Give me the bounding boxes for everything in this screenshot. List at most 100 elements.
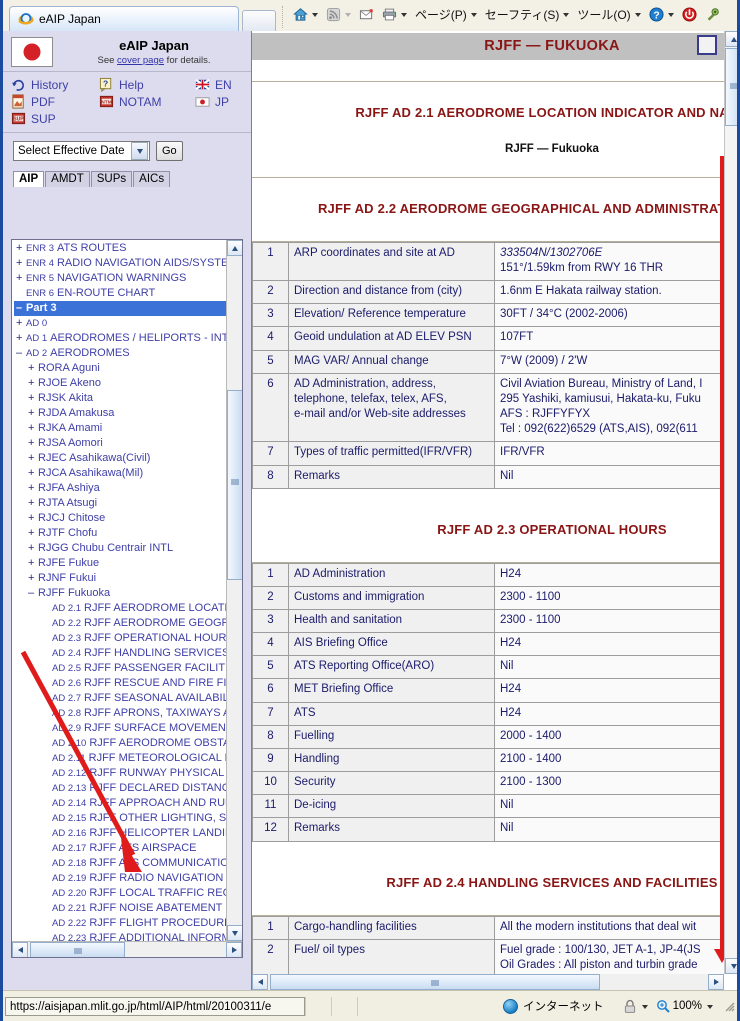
scroll-left-button[interactable] <box>12 942 28 957</box>
addon-button[interactable] <box>702 5 723 24</box>
tree-node[interactable]: AD 2.20 RJFF LOCAL TRAFFIC REGU <box>14 886 226 901</box>
page-menu-button[interactable]: ページ(P) <box>412 4 480 25</box>
tree-node[interactable]: AD 2.3 RJFF OPERATIONAL HOURS <box>14 631 226 646</box>
expand-icon[interactable]: + <box>28 406 38 421</box>
lang-en-link[interactable]: EN <box>195 77 245 92</box>
tree-node[interactable]: AD 2.14 RJFF APPROACH AND RUN <box>14 796 226 811</box>
tree-node[interactable]: AD 2.10 RJFF AERODROME OBSTA( <box>14 736 226 751</box>
expand-icon[interactable]: + <box>28 556 38 571</box>
feeds-button[interactable] <box>323 5 354 24</box>
tree-node[interactable]: – Part 3 <box>14 301 226 316</box>
tree-node[interactable]: + RJGG Chubu Centrair INTL <box>14 541 226 556</box>
protected-mode-indicator[interactable] <box>623 999 648 1014</box>
tree-node[interactable]: + RJEC Asahikawa(Civil) <box>14 451 226 466</box>
tree-node[interactable]: ENR 6 EN-ROUTE CHART <box>14 286 226 301</box>
tree-node[interactable]: AD 2.22 RJFF FLIGHT PROCEDURE <box>14 916 226 931</box>
home-button[interactable] <box>290 5 321 24</box>
read-mail-button[interactable] <box>356 5 377 24</box>
lang-jp-link[interactable]: JP <box>195 94 245 109</box>
expand-icon[interactable]: + <box>28 526 38 541</box>
tree-horizontal-scrollbar[interactable] <box>12 941 242 957</box>
expand-icon[interactable]: + <box>16 256 26 271</box>
tree-node[interactable]: AD 2.16 RJFF HELICOPTER LANDIN <box>14 826 226 841</box>
tree-node[interactable]: AD 2.4 RJFF HANDLING SERVICES <box>14 646 226 661</box>
tree-node[interactable]: AD 2.11 RJFF METEOROLOGICAL IN <box>14 751 226 766</box>
print-button[interactable] <box>379 5 410 24</box>
resize-grip-icon[interactable] <box>723 1000 735 1012</box>
tree-node[interactable]: + RORA Aguni <box>14 361 226 376</box>
tree-node[interactable]: AD 2.8 RJFF APRONS, TAXIWAYS AN <box>14 706 226 721</box>
tree-node[interactable]: AD 2.5 RJFF PASSENGER FACILITIE <box>14 661 226 676</box>
zoom-control[interactable]: 100% <box>656 999 713 1013</box>
expand-icon[interactable]: + <box>28 436 38 451</box>
history-link[interactable]: History <box>11 77 99 92</box>
tree-node[interactable]: + ENR 3 ATS ROUTES <box>14 241 226 256</box>
help-menu-button[interactable]: ? <box>646 5 677 24</box>
tab-sups[interactable]: SUPs <box>90 171 133 187</box>
expand-icon[interactable]: + <box>28 391 38 406</box>
tree-node[interactable]: + RJDA Amakusa <box>14 406 226 421</box>
tree-node[interactable]: AD 2.15 RJFF OTHER LIGHTING, SE <box>14 811 226 826</box>
tree-node[interactable]: – RJFF Fukuoka <box>14 586 226 601</box>
expand-icon[interactable]: + <box>28 511 38 526</box>
tree-vertical-scrollbar[interactable] <box>226 240 242 941</box>
expand-icon[interactable]: + <box>16 331 26 346</box>
scroll-up-button[interactable] <box>227 240 242 256</box>
expand-icon[interactable]: + <box>16 241 26 256</box>
document-vertical-scrollbar[interactable] <box>724 31 737 974</box>
expand-icon[interactable]: + <box>28 541 38 556</box>
document-horizontal-scrollbar[interactable] <box>252 974 724 990</box>
tab-aip[interactable]: AIP <box>13 171 45 187</box>
tools-menu-button[interactable]: ツール(O) <box>574 4 643 25</box>
go-button[interactable]: Go <box>156 141 183 161</box>
tree-node[interactable]: + AD 1 AERODROMES / HELIPORTS - INT <box>14 331 226 346</box>
tree-node[interactable]: AD 2.7 RJFF SEASONAL AVAILABILIT <box>14 691 226 706</box>
tree-node[interactable]: + RJSK Akita <box>14 391 226 406</box>
doc-scroll-right-button[interactable] <box>708 974 724 990</box>
tab-aics[interactable]: AICs <box>133 171 171 187</box>
expand-icon[interactable]: + <box>28 466 38 481</box>
tree-node[interactable]: AD 2.12 RJFF RUNWAY PHYSICAL C <box>14 766 226 781</box>
scroll-thumb[interactable] <box>227 390 242 580</box>
tree-node[interactable]: + RJSA Aomori <box>14 436 226 451</box>
doc-scroll-down-button[interactable] <box>725 958 737 974</box>
expand-icon[interactable]: + <box>28 496 38 511</box>
tree-node[interactable]: + ENR 4 RADIO NAVIGATION AIDS/SYSTE <box>14 256 226 271</box>
security-zone[interactable]: インターネット <box>503 998 604 1014</box>
tree-node[interactable]: + AD 0 <box>14 316 226 331</box>
tree-node[interactable]: + RJOE Akeno <box>14 376 226 391</box>
tree-node[interactable]: AD 2.6 RJFF RESCUE AND FIRE FIG <box>14 676 226 691</box>
notam-link[interactable]: NTM NOTAM <box>99 94 195 109</box>
tree-node[interactable]: + RJFA Ashiya <box>14 481 226 496</box>
tab-amdt[interactable]: AMDT <box>45 171 90 187</box>
tree-node[interactable]: + ENR 5 NAVIGATION WARNINGS <box>14 271 226 286</box>
safety-menu-button[interactable]: セーフティ(S) <box>482 4 573 25</box>
tree-node[interactable]: AD 2.19 RJFF RADIO NAVIGATION AI <box>14 871 226 886</box>
h-scroll-thumb[interactable] <box>30 942 125 957</box>
scroll-right-button[interactable] <box>226 942 242 957</box>
tree-node[interactable]: + RJCA Asahikawa(Mil) <box>14 466 226 481</box>
browser-tab[interactable]: eAIP Japan <box>9 6 239 31</box>
expand-icon[interactable]: + <box>16 271 26 286</box>
collapse-icon[interactable]: – <box>28 586 38 601</box>
cover-page-link[interactable]: cover page <box>117 55 164 66</box>
collapse-icon[interactable]: – <box>16 301 26 316</box>
doc-h-scroll-thumb[interactable] <box>270 974 600 990</box>
tree-node[interactable]: + RJCJ Chitose <box>14 511 226 526</box>
tree-node[interactable]: AD 2.17 RJFF ATS AIRSPACE <box>14 841 226 856</box>
chevron-down-icon[interactable] <box>131 142 148 160</box>
power-button[interactable] <box>679 5 700 24</box>
expand-icon[interactable]: + <box>16 316 26 331</box>
tree-node[interactable]: + RJKA Amami <box>14 421 226 436</box>
expand-icon[interactable]: + <box>28 451 38 466</box>
expand-icon[interactable]: + <box>28 376 38 391</box>
help-link[interactable]: ? Help <box>99 77 195 92</box>
tree-node[interactable]: AD 2.9 RJFF SURFACE MOVEMENT <box>14 721 226 736</box>
tree-node[interactable]: – AD 2 AERODROMES <box>14 346 226 361</box>
tree-node[interactable]: AD 2.18 RJFF ATS COMMUNICATION <box>14 856 226 871</box>
tree-node[interactable]: + RJTA Atsugi <box>14 496 226 511</box>
tree-node[interactable]: AD 2.1 RJFF AERODROME LOCATIC <box>14 601 226 616</box>
expand-icon[interactable]: + <box>28 421 38 436</box>
doc-scroll-left-button[interactable] <box>252 974 268 990</box>
expand-icon[interactable]: + <box>28 481 38 496</box>
